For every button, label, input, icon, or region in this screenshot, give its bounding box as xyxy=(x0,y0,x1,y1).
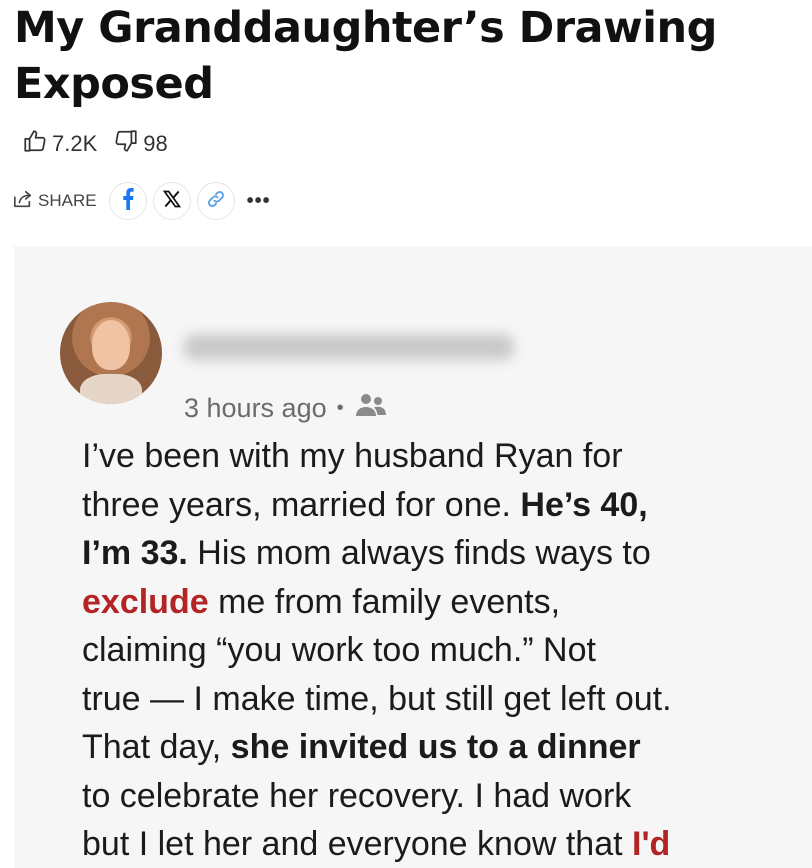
post-text-segment: That day, xyxy=(82,728,231,766)
post-text-segment: three years, married for one. xyxy=(82,485,521,524)
post-line: That day, she invited us to a dinner xyxy=(82,723,802,772)
post-timestamp: 3 hours ago xyxy=(184,393,327,423)
dislike-count: 98 xyxy=(143,131,168,156)
post-line: I’m 33. His mom always finds ways to xyxy=(82,529,802,578)
post-line: claiming “you work too much.” Not xyxy=(82,626,802,675)
dislike-button[interactable]: 98 xyxy=(113,128,168,160)
share-label: SHARE xyxy=(38,191,97,210)
share-button[interactable]: SHARE xyxy=(12,189,97,214)
blurred-username xyxy=(184,334,514,360)
more-options-button[interactable]: ••• xyxy=(247,190,271,213)
article-title: My Granddaughter’s Drawing Exposed xyxy=(14,3,717,109)
x-share-button[interactable] xyxy=(152,182,191,220)
post-text-segment: me from family events, xyxy=(208,582,561,621)
avatar xyxy=(60,302,162,404)
bold-text: she invited us to a dinner xyxy=(230,728,641,766)
post-line: exclude me from family events, xyxy=(82,578,802,627)
thumbs-up-icon xyxy=(22,128,52,160)
share-bar: SHARE ••• xyxy=(12,182,271,220)
post-body: I’ve been with my husband Ryan for three … xyxy=(82,432,802,868)
bold-text: He’s 40, xyxy=(520,485,648,524)
post-text-segment: true — I make time, but still get left o… xyxy=(82,679,672,718)
like-count: 7.2K xyxy=(52,131,98,156)
post-text-segment: His mom always finds ways to xyxy=(187,534,651,572)
post-meta: 3 hours ago • xyxy=(184,392,388,425)
thumbs-down-icon xyxy=(113,128,143,160)
facebook-share-button[interactable] xyxy=(108,182,147,220)
link-icon xyxy=(206,189,226,214)
reaction-bar: 7.2K 98 xyxy=(22,128,184,160)
post-line: I’ve been with my husband Ryan for xyxy=(82,432,802,481)
highlighted-text: I'd xyxy=(632,825,671,863)
post-text-segment: I’ve been with my husband Ryan for xyxy=(82,437,623,475)
post-line: three years, married for one. He’s 40, xyxy=(82,481,802,530)
post-text-segment: claiming “you work too much.” Not xyxy=(82,631,596,669)
highlighted-text: exclude xyxy=(82,582,209,621)
copy-link-button[interactable] xyxy=(196,182,235,220)
friends-icon xyxy=(354,392,388,425)
post-screenshot: 3 hours ago • I’ve been with my husband … xyxy=(14,246,812,868)
x-icon xyxy=(162,189,182,214)
meta-separator: • xyxy=(336,397,344,419)
post-line: true — I make time, but still get left o… xyxy=(82,675,802,724)
bold-text: I’m 33. xyxy=(82,534,188,572)
post-line: to celebrate her recovery. I had work xyxy=(82,772,802,821)
share-icon xyxy=(12,189,38,214)
post-line: but I let her and everyone know that I'd xyxy=(82,820,802,868)
like-button[interactable]: 7.2K xyxy=(22,128,97,160)
post-text-segment: to celebrate her recovery. I had work xyxy=(82,776,632,815)
facebook-icon xyxy=(121,187,135,215)
post-text-segment: but I let her and everyone know that xyxy=(82,825,633,863)
